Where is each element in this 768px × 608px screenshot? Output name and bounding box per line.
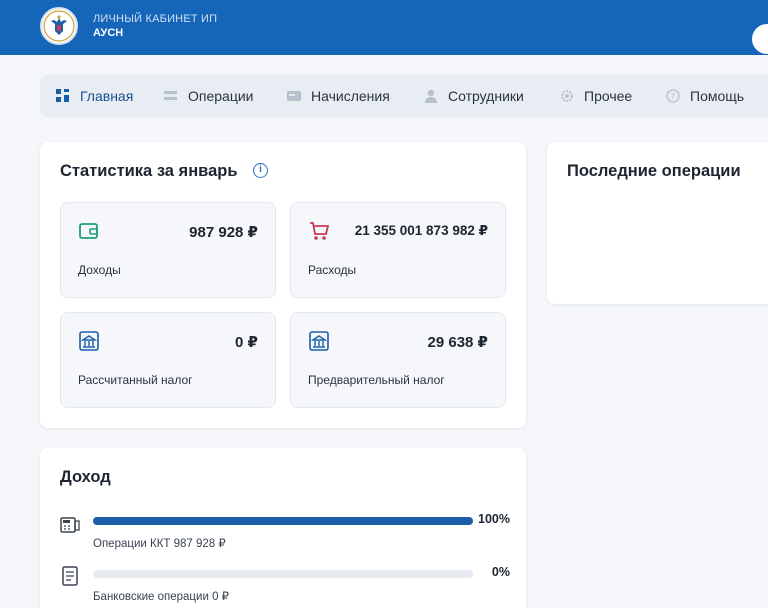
progress-percent: 100% [478,512,510,526]
app-mode-label: АУСН [93,27,124,39]
card-icon [287,89,301,103]
expenses-value: 21 355 001 873 982 ₽ [354,223,488,238]
income-label: Доходы [78,263,121,277]
nav-item-charges[interactable]: Начисления [287,75,390,117]
nav-label: Прочее [584,88,633,104]
nav-item-operations[interactable]: Операции [164,75,254,117]
income-row-bank: 0% Банковские операции 0 ₽ [60,565,510,605]
svg-text:?: ? [671,93,676,103]
income-value: 987 928 ₽ [189,224,258,241]
person-icon [424,89,438,103]
tax-building-icon [309,331,329,351]
income-card: Доход 100% Операции ККТ 987 928 ₽ 0% Бан… [40,448,526,608]
cart-icon [310,222,330,240]
nav-item-employees[interactable]: Сотрудники [424,75,524,117]
nav-label: Помощь [690,88,745,104]
eagle-emblem-icon [43,10,75,42]
progress-track [93,570,473,578]
tax-building-icon [79,331,99,351]
nav-item-help[interactable]: ? Помощь [666,75,744,117]
wallet-icon [79,223,98,239]
grid-icon [56,89,70,103]
progress-label: Банковские операции 0 ₽ [93,591,229,603]
main-navigation: Главная Операции Начисления Сотрудники П… [40,75,768,117]
calculated-tax-label: Рассчитанный налог [78,373,193,387]
help-icon: ? [666,89,680,103]
fns-emblem-logo[interactable] [40,7,78,45]
progress-percent: 0% [491,565,510,579]
expenses-label: Расходы [308,263,357,277]
nav-label: Начисления [311,88,390,104]
calculated-tax-value: 0 ₽ [235,334,258,351]
progress-track [93,517,473,525]
preliminary-tax-tile[interactable]: 29 638 ₽ Предварительный налог [290,312,506,408]
gear-icon [560,89,574,103]
info-icon[interactable]: i [253,163,268,178]
income-tile[interactable]: 987 928 ₽ Доходы [60,202,276,298]
nav-item-other[interactable]: Прочее [560,75,632,117]
top-header: ЛИЧНЫЙ КАБИНЕТ ИП АУСН [0,0,768,55]
nav-label: Сотрудники [448,88,524,104]
cash-register-icon [60,517,80,533]
list-icon [164,89,178,103]
income-row-kkt: 100% Операции ККТ 987 928 ₽ [60,512,510,552]
nav-item-main[interactable]: Главная [56,75,133,117]
calculated-tax-tile[interactable]: 0 ₽ Рассчитанный налог [60,312,276,408]
nav-label: Главная [80,88,134,104]
nav-label: Операции [188,88,254,104]
stats-card: Статистика за январь i 987 928 ₽ Доходы … [40,142,526,428]
preliminary-tax-label: Предварительный налог [308,373,445,387]
avatar[interactable] [752,24,768,54]
expenses-tile[interactable]: 21 355 001 873 982 ₽ Расходы [290,202,506,298]
app-title: ЛИЧНЫЙ КАБИНЕТ ИП [93,13,218,25]
progress-fill [93,517,473,525]
recent-operations-card: Последние операции [547,142,768,304]
bank-document-icon [62,566,78,586]
preliminary-tax-value: 29 638 ₽ [427,334,488,351]
stats-title: Статистика за январь [60,162,238,180]
recent-title: Последние операции [567,162,741,180]
progress-label: Операции ККТ 987 928 ₽ [93,538,226,550]
income-title: Доход [60,468,111,486]
